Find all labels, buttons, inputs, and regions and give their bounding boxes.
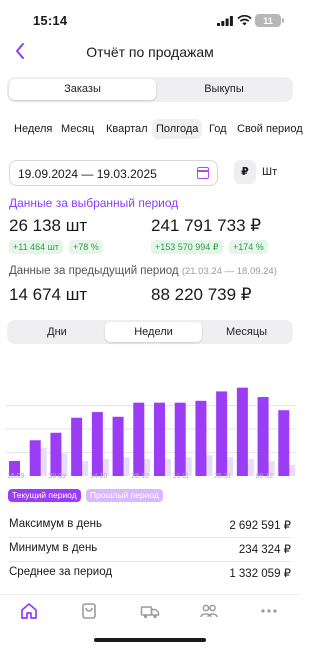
truck-icon[interactable] bbox=[140, 601, 160, 621]
bar-current[interactable] bbox=[154, 402, 165, 476]
date-range-field[interactable]: 19.09.2024 — 19.03.2025 bbox=[9, 160, 218, 186]
x-tick-label: 14.10 bbox=[90, 473, 108, 480]
x-tick-label: 11.11 bbox=[173, 473, 190, 480]
tab-days[interactable]: Дни bbox=[9, 322, 105, 342]
period-halfyear[interactable]: Полгода bbox=[152, 119, 203, 139]
wifi-icon bbox=[237, 15, 252, 26]
tab-buyouts[interactable]: Выкупы bbox=[157, 79, 291, 100]
stat-min-label: Минимум в день bbox=[9, 542, 98, 554]
home-indicator bbox=[94, 638, 206, 642]
previous-sum: 88 220 739 ₽ bbox=[151, 285, 252, 304]
stat-avg-value: 1 332 059 ₽ bbox=[229, 568, 291, 580]
bar-current[interactable] bbox=[174, 402, 186, 476]
stat-avg-label: Среднее за период bbox=[9, 566, 113, 578]
legend-current[interactable]: Текущий период bbox=[8, 489, 81, 502]
bar-current[interactable] bbox=[236, 387, 248, 476]
unit-toggle-label[interactable]: Шт bbox=[262, 166, 277, 178]
bar-current[interactable] bbox=[195, 400, 207, 476]
bag-icon[interactable] bbox=[79, 601, 99, 621]
divider bbox=[9, 537, 291, 538]
stat-max-label: Максимум в день bbox=[9, 518, 102, 530]
bar-current[interactable] bbox=[112, 416, 124, 476]
period-custom[interactable]: Свой период bbox=[233, 119, 307, 139]
x-tick-label: 30.09 bbox=[48, 473, 66, 480]
period-month[interactable]: Месяц bbox=[57, 119, 98, 139]
selected-period-title: Данные за выбранный период bbox=[9, 196, 179, 210]
date-range-text: 19.09.2024 — 19.03.2025 bbox=[18, 167, 157, 181]
x-tick-label: 25.11 bbox=[214, 473, 231, 480]
selected-qty: 26 138 шт bbox=[9, 216, 88, 235]
stat-max: Максимум в день 2 692 591 ₽ bbox=[9, 518, 291, 538]
stat-min: Минимум в день 234 324 ₽ bbox=[9, 542, 291, 562]
mode-segmented-control: Заказы Выкупы bbox=[7, 77, 293, 102]
bar-current[interactable] bbox=[133, 402, 145, 476]
stat-min-value: 234 324 ₽ bbox=[238, 544, 291, 556]
previous-period-label: Данные за предыдущий период bbox=[9, 265, 179, 277]
more-icon[interactable] bbox=[259, 601, 279, 621]
tab-orders[interactable]: Заказы bbox=[9, 79, 156, 100]
period-year[interactable]: Год bbox=[205, 119, 231, 139]
qty-delta-badge: +11 464 шт bbox=[9, 240, 63, 254]
calendar-icon[interactable] bbox=[197, 167, 209, 179]
selected-sum: 241 791 733 ₽ bbox=[151, 216, 262, 235]
status-time: 15:14 bbox=[33, 13, 68, 28]
period-selector: Неделя Месяц Квартал Полгода Год Свой пе… bbox=[0, 115, 303, 143]
granularity-segmented-control: Дни Недели Месяцы bbox=[7, 320, 293, 344]
sum-delta-badge: +153 570 994 ₽ bbox=[151, 240, 223, 254]
bar-current[interactable] bbox=[29, 440, 41, 476]
qty-delta-pct-badge: +78 % bbox=[69, 240, 103, 254]
bar-current[interactable] bbox=[50, 432, 62, 476]
tab-weeks[interactable]: Недели bbox=[105, 322, 202, 342]
legend-previous[interactable]: Прошлый период bbox=[86, 489, 163, 502]
tab-months[interactable]: Месяцы bbox=[202, 322, 291, 342]
stat-avg: Среднее за период 1 332 059 ₽ bbox=[9, 566, 291, 586]
page-title: Отчёт по продажам bbox=[86, 44, 214, 60]
bar-current[interactable] bbox=[91, 412, 103, 476]
bar-current[interactable] bbox=[71, 417, 83, 476]
sales-bar-chart: 16.09 30.09 14.10 28.10 11.11 25.11 09.12 bbox=[6, 387, 296, 480]
previous-qty: 14 674 шт bbox=[9, 285, 88, 304]
battery-icon: 11 bbox=[255, 14, 284, 27]
sum-delta-pct-badge: +174 % bbox=[229, 240, 268, 254]
bar-current[interactable] bbox=[216, 391, 228, 476]
bar-current[interactable] bbox=[257, 397, 269, 476]
signal-icon bbox=[217, 16, 233, 26]
home-icon[interactable] bbox=[19, 601, 39, 621]
x-tick-label: 28.10 bbox=[131, 473, 149, 480]
status-bar: 15:14 11 bbox=[0, 0, 300, 36]
previous-period-title: Данные за предыдущий период (21.03.24 — … bbox=[9, 265, 277, 277]
divider bbox=[9, 561, 291, 562]
x-tick-label: 16.09 bbox=[7, 473, 25, 480]
period-week[interactable]: Неделя bbox=[10, 119, 56, 139]
previous-period-range: (21.03.24 — 18.09.24) bbox=[181, 266, 277, 277]
bar-current[interactable] bbox=[278, 410, 290, 476]
x-tick-label: 09.12 bbox=[256, 473, 274, 480]
stat-max-value: 2 692 591 ₽ bbox=[229, 520, 291, 532]
period-quarter[interactable]: Квартал bbox=[102, 119, 152, 139]
currency-toggle-button[interactable]: ₽ bbox=[234, 160, 256, 184]
users-icon[interactable] bbox=[199, 601, 219, 621]
